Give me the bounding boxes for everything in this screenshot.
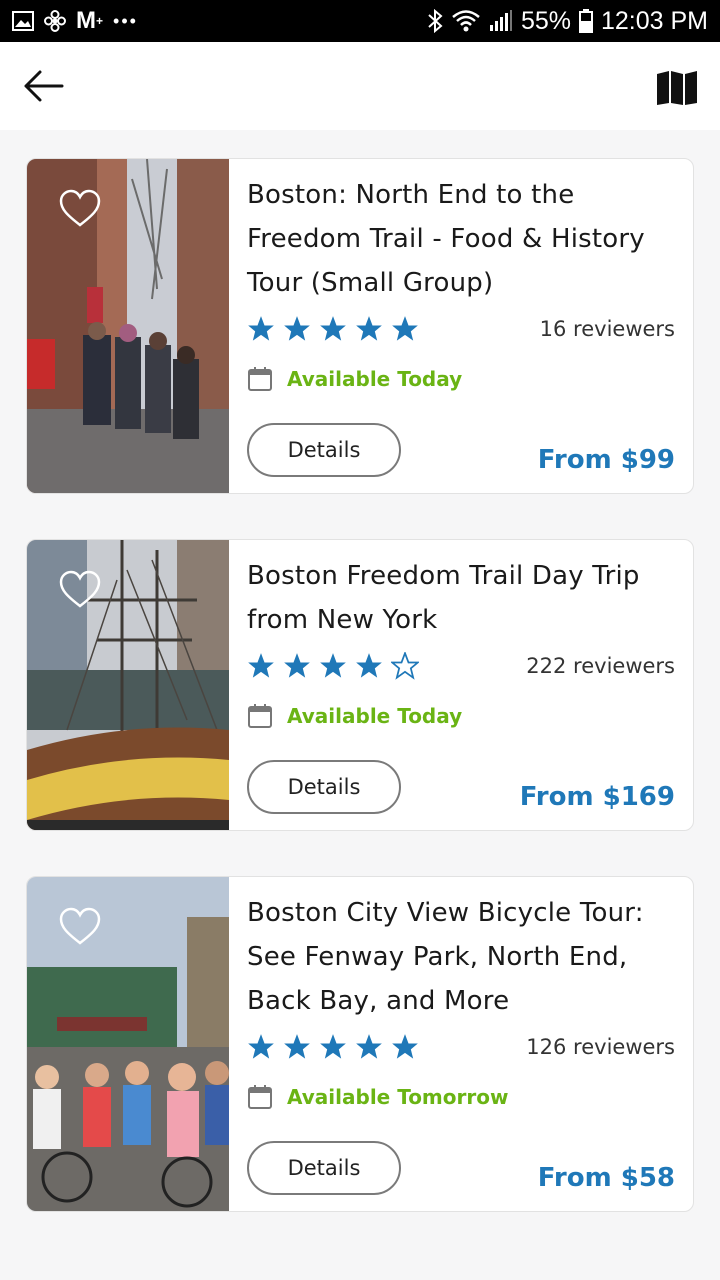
details-button[interactable]: Details [247,1141,401,1195]
details-button[interactable]: Details [247,423,401,477]
star-filled-icon [356,1034,382,1059]
map-icon [657,71,697,105]
reviewer-count: 16 reviewers [539,317,675,341]
reviewer-count: 222 reviewers [526,654,675,678]
battery-icon [578,9,593,33]
tour-card[interactable]: Boston Freedom Trail Day Trip from New Y… [26,539,694,831]
star-filled-icon [284,316,310,341]
tour-card[interactable]: Boston: North End to the Freedom Trail -… [26,158,694,494]
star-filled-icon [320,1034,346,1059]
tour-title: Boston City View Bicycle Tour: See Fenwa… [247,898,644,1016]
app-bar [0,42,720,130]
star-filled-icon [284,1034,310,1059]
availability: Available Today [247,366,462,392]
tour-card-body: Boston Freedom Trail Day Trip from New Y… [229,540,693,830]
status-right: 55% 12:03 PM [427,7,708,36]
gallery-icon [12,11,34,31]
tour-card-body: Boston City View Bicycle Tour: See Fenwa… [229,877,693,1211]
star-filled-icon [320,653,346,678]
rating-stars [247,1033,419,1061]
rating-stars [247,315,419,343]
arrow-left-icon [24,70,64,102]
calendar-icon [248,367,272,391]
tour-price: From $58 [537,1163,675,1193]
tour-price: From $169 [519,782,675,812]
tour-card[interactable]: Boston City View Bicycle Tour: See Fenwa… [26,876,694,1212]
favorite-heart-icon[interactable] [59,189,101,229]
tour-photo [27,540,229,830]
tour-card-body: Boston: North End to the Freedom Trail -… [229,159,693,493]
star-filled-icon [392,1034,418,1059]
tour-title: Boston: North End to the Freedom Trail -… [247,180,645,298]
availability-text: Available Today [287,704,463,728]
tour-photo [27,877,229,1211]
status-bar: M + ••• 55% 12:03 PM [0,0,720,42]
star-filled-icon [356,316,382,341]
tour-photo [27,159,229,493]
reviewer-count: 126 reviewers [526,1035,675,1059]
calendar-icon [248,1085,272,1109]
wifi-icon [451,9,481,33]
availability-text: Available Today [287,367,463,391]
battery-percent: 55% [520,6,571,35]
star-filled-icon [248,316,274,341]
star-filled-icon [248,1034,274,1059]
clock: 12:03 PM [600,6,708,35]
favorite-heart-icon[interactable] [59,570,101,610]
details-button[interactable]: Details [247,760,401,814]
favorite-heart-icon[interactable] [59,907,101,947]
availability: Available Tomorrow [247,1084,508,1110]
calendar-icon [248,704,272,728]
tour-list: Boston: North End to the Freedom Trail -… [0,130,720,1280]
gmail-icon: M + [76,7,104,34]
tour-title: Boston Freedom Trail Day Trip from New Y… [247,561,640,635]
star-filled-icon [248,653,274,678]
map-view-button[interactable] [656,70,698,106]
fan-icon [44,10,66,32]
star-empty-icon [391,652,419,680]
bluetooth-icon [427,9,443,33]
status-left: M + ••• [12,7,138,35]
signal-icon [489,9,513,33]
back-button[interactable] [22,68,66,104]
rating-stars [247,652,419,680]
star-filled-icon [320,316,346,341]
more-icon: ••• [113,10,138,31]
availability: Available Today [247,703,462,729]
tour-price: From $99 [537,445,675,475]
star-filled-icon [392,316,418,341]
availability-text: Available Tomorrow [287,1085,509,1109]
star-filled-icon [284,653,310,678]
star-filled-icon [356,653,382,678]
